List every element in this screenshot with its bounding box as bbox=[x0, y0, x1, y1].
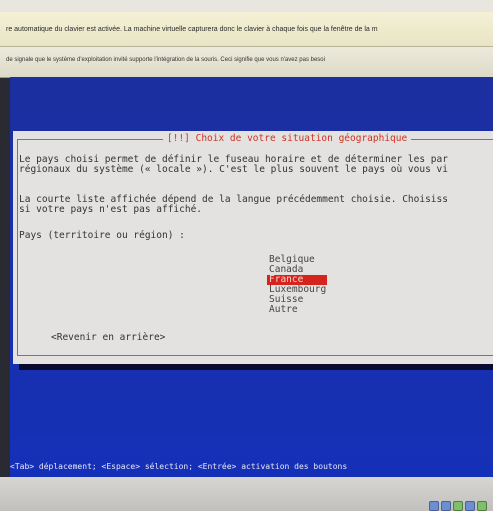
mouse-integration-notice: de signale que le système d'exploitation… bbox=[0, 47, 493, 78]
shared-folder-icon[interactable] bbox=[477, 501, 487, 511]
host-menu-strip bbox=[0, 0, 493, 12]
installer-dialog: [!!] Choix de votre situation géographiq… bbox=[13, 131, 493, 364]
info-line-2: si votre pays n'est pas affiché. bbox=[19, 204, 203, 215]
country-prompt: Pays (territoire ou région) : bbox=[19, 230, 185, 241]
usb-icon[interactable] bbox=[465, 501, 475, 511]
tray-icons[interactable] bbox=[429, 501, 487, 511]
country-option-autre[interactable]: Autre bbox=[267, 305, 327, 315]
network-icon[interactable] bbox=[453, 501, 463, 511]
intro-line-2: régionaux du système (« locale »). C'est… bbox=[19, 164, 448, 175]
cd-icon[interactable] bbox=[441, 501, 451, 511]
photo-frame: re automatique du clavier est activée. L… bbox=[0, 0, 493, 511]
go-back-button[interactable]: <Revenir en arrière> bbox=[51, 332, 165, 343]
keyboard-capture-notice: re automatique du clavier est activée. L… bbox=[0, 12, 493, 47]
dialog-title: [!!] Choix de votre situation géographiq… bbox=[163, 133, 412, 144]
keyboard-help-line: <Tab> déplacement; <Espace> sélection; <… bbox=[10, 462, 348, 471]
country-list[interactable]: Belgique Canada France Luxembourg Suisse… bbox=[267, 255, 327, 315]
vm-screen[interactable]: [!!] Choix de votre situation géographiq… bbox=[10, 77, 493, 477]
hdd-icon[interactable] bbox=[429, 501, 439, 511]
keyboard-capture-text: re automatique du clavier est activée. L… bbox=[6, 26, 378, 33]
host-status-bar bbox=[0, 477, 493, 511]
mouse-integration-text: de signale que le système d'exploitation… bbox=[6, 57, 325, 63]
